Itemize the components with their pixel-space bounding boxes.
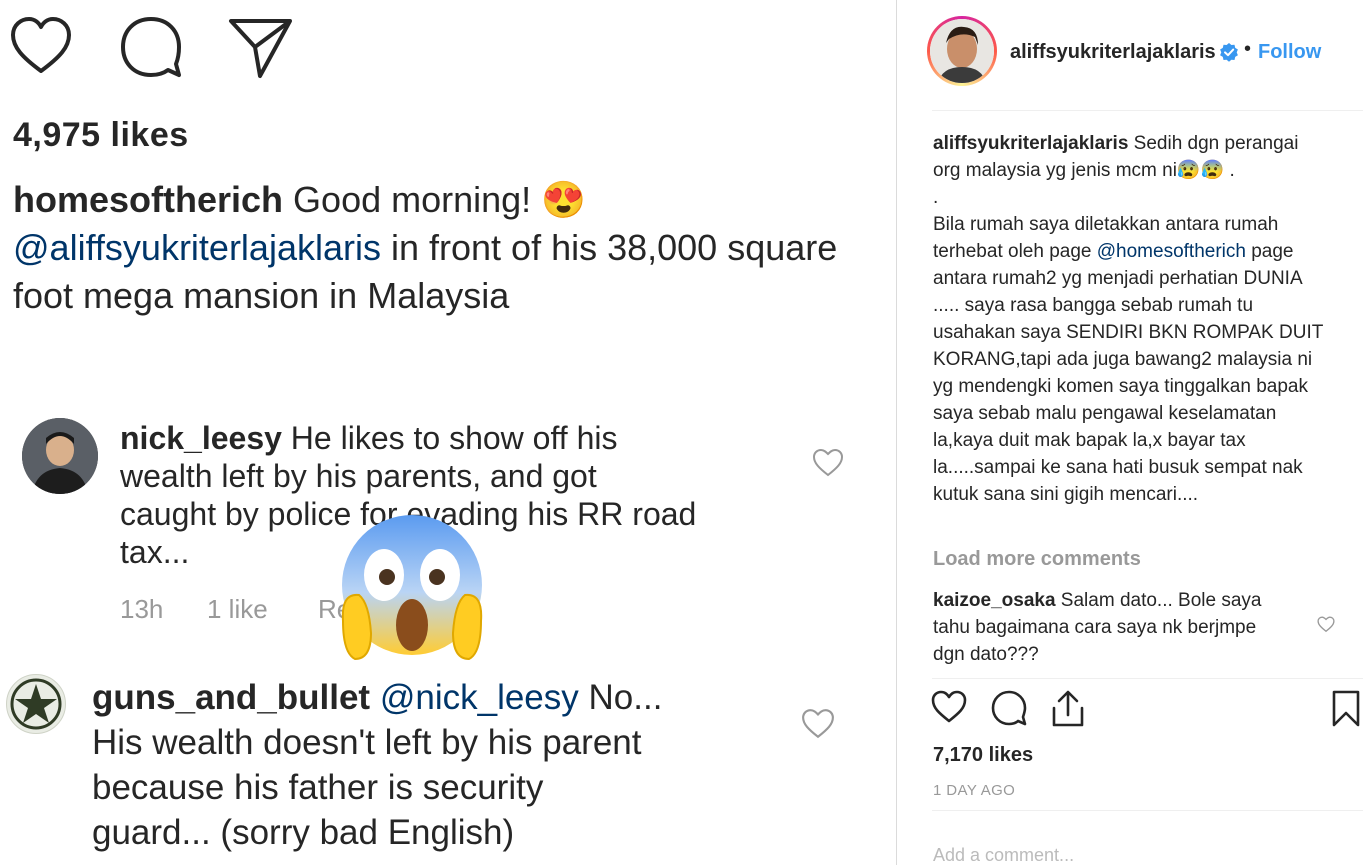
profile-photo-icon [930,19,994,83]
screenshot-caption-text: in front of his 38,000 square [380,227,838,268]
caption-text: . [933,187,939,208]
post-author-username[interactable]: aliffsyukriterlajaklaris [1010,41,1216,64]
post-sidebar: aliffsyukriterlajaklaris • Follow aliffs… [897,0,1368,865]
follow-button[interactable]: Follow [1258,41,1321,64]
heart-icon [11,17,71,73]
heart-icon [802,709,834,739]
screaming-face-emoji [341,515,483,661]
star-icon [10,678,62,730]
user-photo-icon [22,418,98,494]
comment: kaizoe_osaka Salam dato... Bole saya tah… [933,587,1293,668]
comment-icon[interactable] [991,690,1027,726]
separator-dot: • [1244,38,1252,60]
action-bar [931,690,1367,732]
comment-text: His wealth doesn't left by his parent [92,723,642,762]
bookmark-icon[interactable] [1331,690,1361,728]
add-comment-input[interactable]: Add a comment... [933,845,1074,866]
comment-text: He likes to show off his [281,420,618,456]
comment-text: because his father is security [92,768,544,807]
screenshot-caption-text: Good morning! [283,179,542,220]
screenshot-action-bar [8,14,294,80]
divider [932,678,1363,679]
screenshot-caption-username: homesoftherich [13,179,284,220]
heart-icon [812,448,844,477]
screenshot-caption-text: foot mega mansion in Malaysia [13,275,510,316]
comment-text: No... [578,678,663,717]
screenshot-caption-mention: @aliffsyukriterlajaklaris [13,227,381,268]
screenshot-comment-username: guns_and_bullet [92,678,371,717]
post-header: aliffsyukriterlajaklaris • Follow [897,0,1368,110]
post-screenshot-image: 4,975 likes homesoftherich Good morning!… [0,0,897,865]
like-heart-icon[interactable] [931,690,967,724]
comment-like-count: 1 like [207,594,268,624]
comment-time: 13h [120,594,164,624]
divider [932,810,1363,811]
divider [932,110,1363,111]
caption-text: org malaysia yg jenis mcm ni😰😰 . [933,160,1235,181]
post-caption: aliffsyukriterlajaklaris Sedih dgn peran… [933,130,1333,508]
verified-badge-icon [1220,43,1238,62]
story-ring[interactable] [927,16,997,86]
share-upload-icon[interactable] [1051,690,1085,728]
screenshot-caption: homesoftherich Good morning! 😍 @aliffsyu… [13,176,896,320]
avatar [22,418,98,494]
comment-text: guard... (sorry bad English) [92,813,515,852]
screenshot-comment: guns_and_bullet @nick_leesy No... His we… [92,675,662,855]
comment-icon [121,17,181,77]
load-more-comments-button[interactable]: Load more comments [933,548,1141,571]
comment-like-heart-icon[interactable] [1317,616,1335,633]
screenshot-likes: 4,975 likes [13,116,189,154]
comment-mention: @nick_leesy [379,678,579,717]
caption-mention-link[interactable]: @homesoftherich [1097,241,1246,262]
caption-text: page antara rumah2 yg menjadi perhatian … [933,241,1323,505]
comment-text: wealth left by his parents, and got [120,458,597,494]
caption-text: Sedih dgn perangai [1128,133,1299,154]
comment-username[interactable]: kaizoe_osaka [933,590,1056,611]
share-icon [229,19,292,78]
post-timestamp: 1 DAY AGO [933,782,1016,799]
screenshot-comment-username: nick_leesy [120,420,282,456]
likes-count[interactable]: 7,170 likes [933,744,1033,767]
heart-eyes-emoji: 😍 [541,179,587,220]
avatar[interactable] [930,19,994,83]
caption-username[interactable]: aliffsyukriterlajaklaris [933,133,1128,154]
avatar [6,674,66,734]
